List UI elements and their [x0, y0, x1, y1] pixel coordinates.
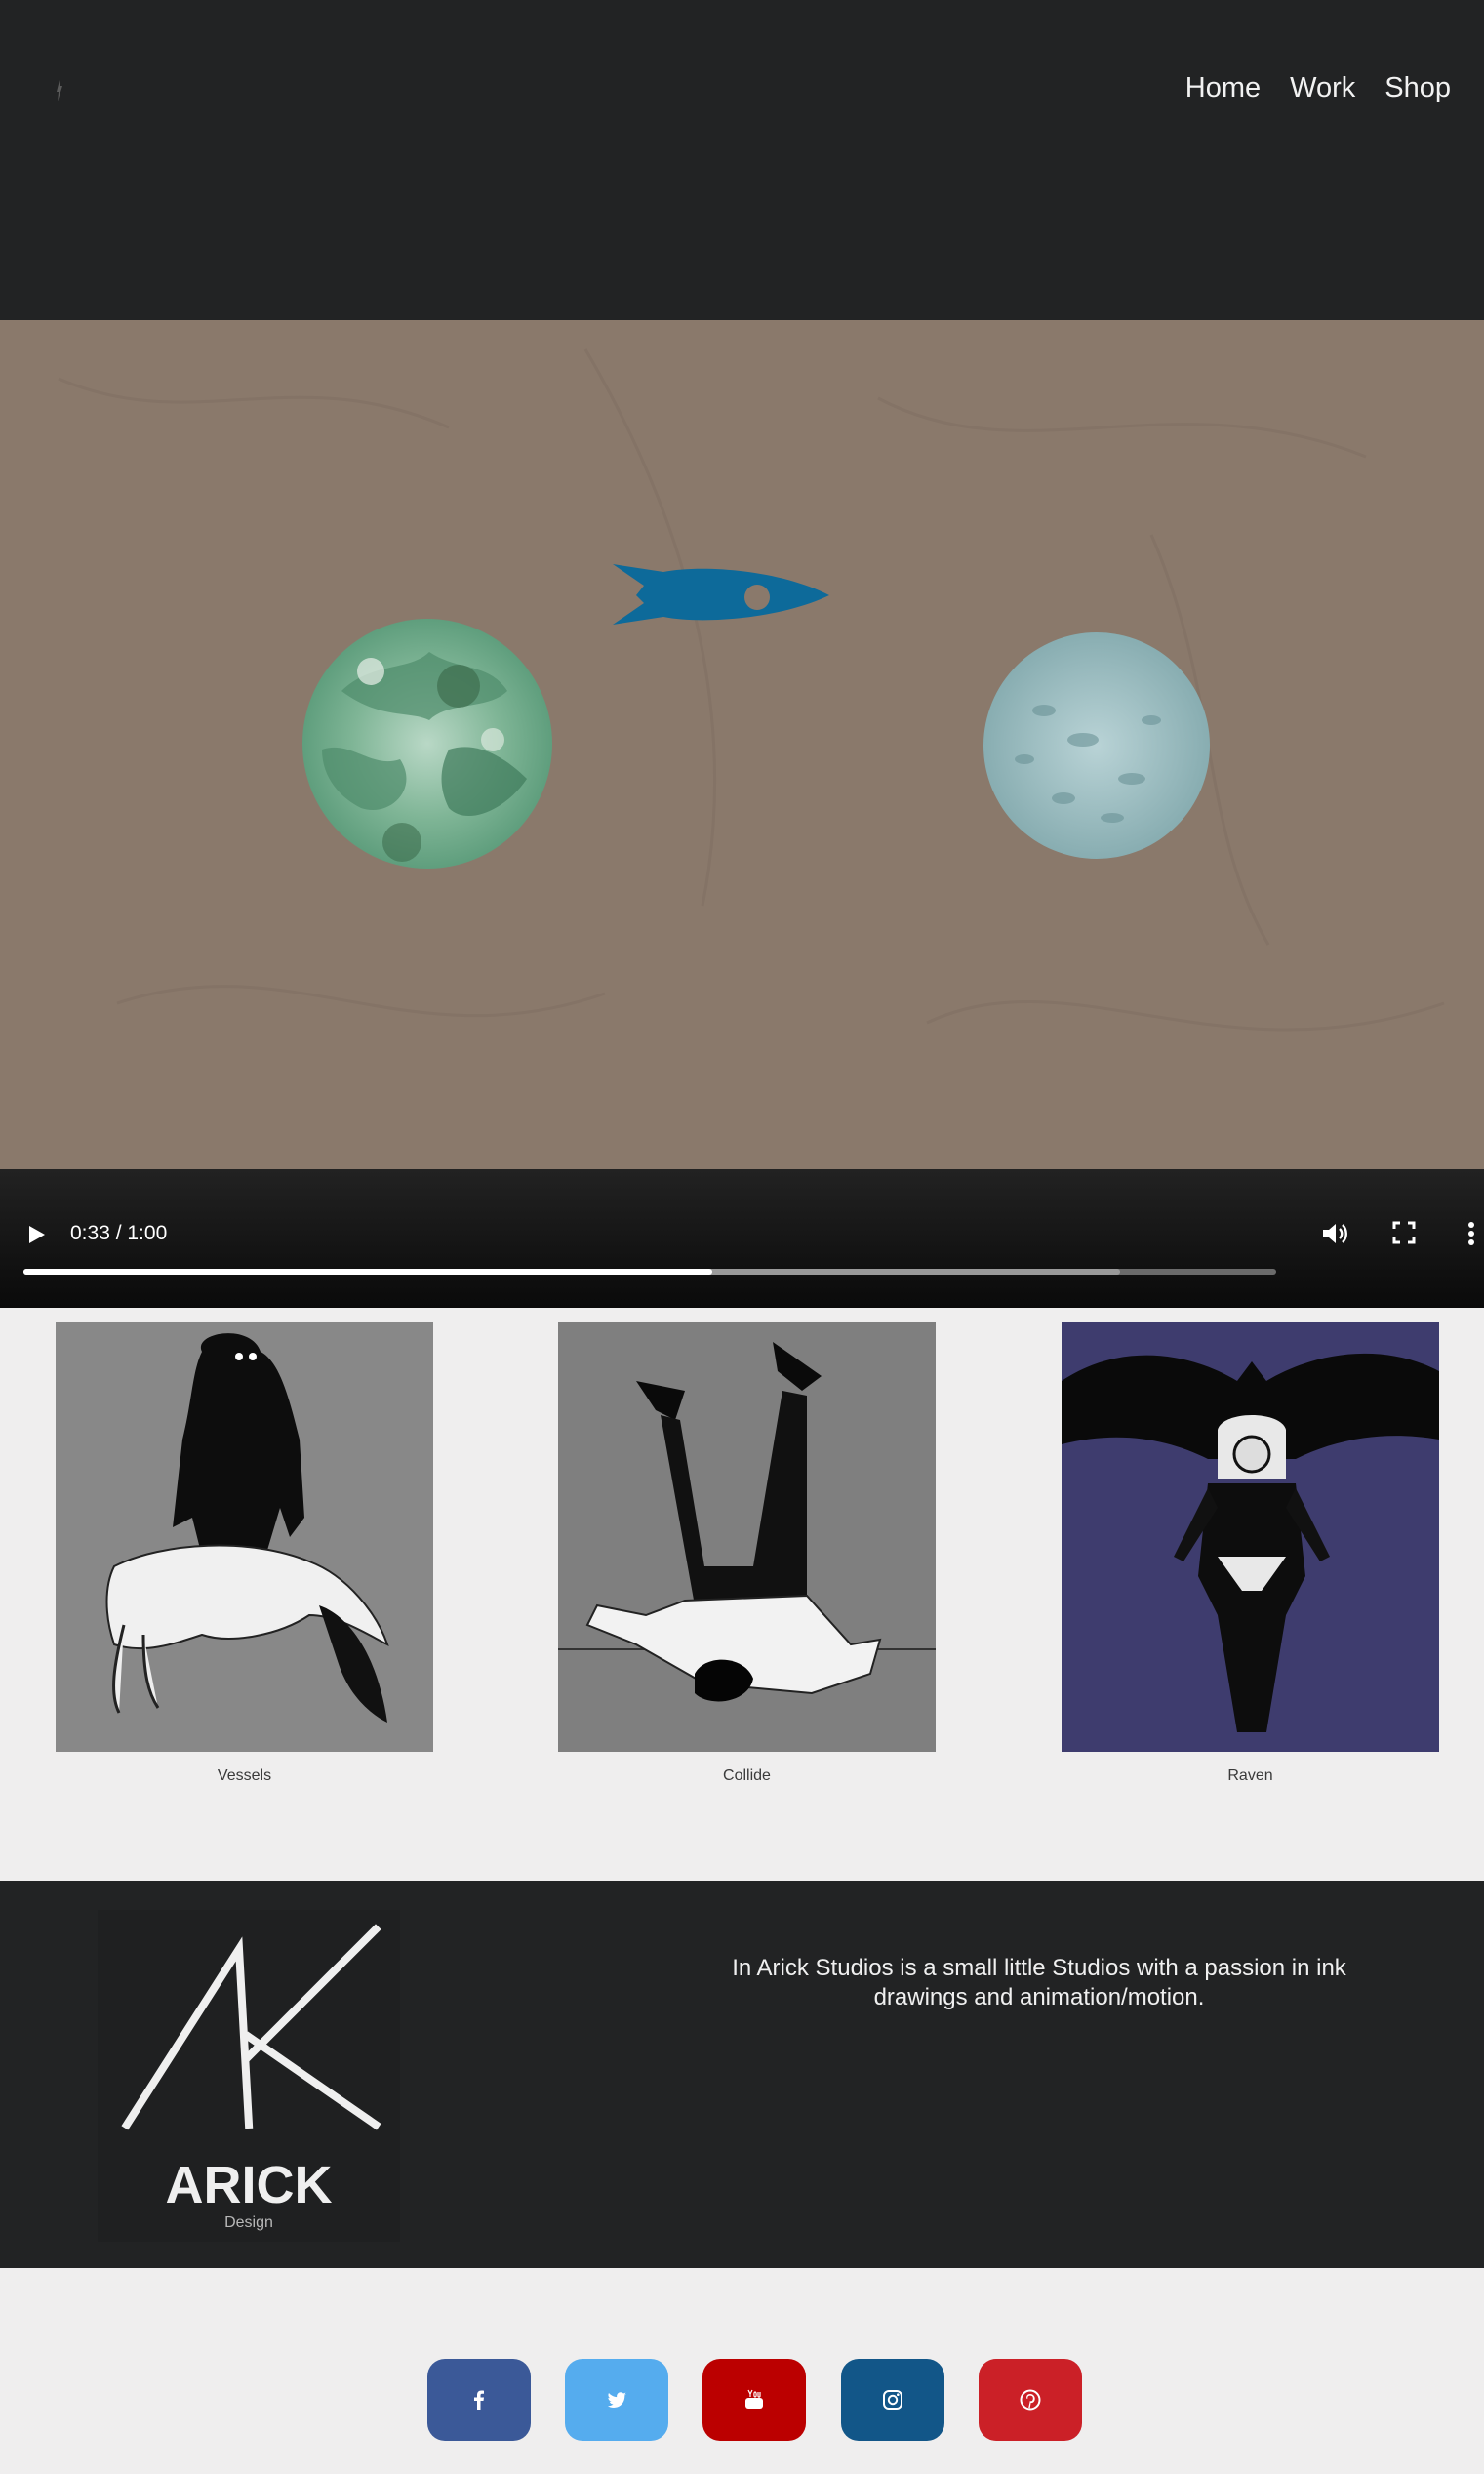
youtube-button[interactable] — [702, 2359, 806, 2441]
brand-name-text: ARICK — [166, 2156, 333, 2214]
ice-planet-shape — [983, 632, 1210, 859]
main-nav: Home Work Shop — [1185, 72, 1451, 104]
site-footer: ARICK Design In Arick Studios is a small… — [0, 1881, 1484, 2268]
site-logo-icon[interactable] — [55, 76, 64, 101]
pinterest-icon — [1020, 2389, 1041, 2411]
green-planet-shape — [302, 619, 552, 869]
video-player[interactable]: 0:33 / 1:00 — [0, 320, 1484, 1308]
nav-work-link[interactable]: Work — [1290, 72, 1355, 104]
gallery-item-raven[interactable]: Raven — [1062, 1322, 1439, 1785]
video-time-readout: 0:33 / 1:00 — [70, 1222, 168, 1244]
instagram-icon — [883, 2390, 902, 2410]
facebook-button[interactable] — [427, 2359, 531, 2441]
site-header: Home Work Shop — [0, 0, 1484, 320]
rocket-shape — [613, 564, 829, 625]
collide-artwork-image[interactable] — [558, 1322, 936, 1752]
nav-home-link[interactable]: Home — [1185, 72, 1261, 104]
raven-artwork-image[interactable] — [1062, 1322, 1439, 1752]
gallery-item-vessels[interactable]: Vessels — [56, 1322, 433, 1785]
video-played-bar — [23, 1269, 713, 1275]
brand-sub-text: Design — [224, 2214, 273, 2231]
volume-icon[interactable] — [1319, 1218, 1350, 1249]
twitter-button[interactable] — [565, 2359, 668, 2441]
video-controls: 0:33 / 1:00 — [0, 1169, 1484, 1308]
facebook-icon — [474, 2390, 484, 2410]
twitter-icon — [607, 2392, 626, 2408]
gallery-caption: Collide — [723, 1767, 771, 1784]
youtube-icon — [745, 2389, 763, 2409]
gallery-item-collide[interactable]: Collide — [558, 1322, 936, 1785]
fullscreen-icon[interactable] — [1389, 1218, 1419, 1247]
gallery-caption: Raven — [1227, 1767, 1273, 1784]
video-frame[interactable] — [0, 320, 1484, 1169]
vessels-artwork-image[interactable] — [56, 1322, 433, 1752]
about-text: In Arick Studios is a small little Studi… — [732, 1955, 1346, 2010]
arick-design-logo: ARICK Design — [98, 1910, 400, 2242]
video-still-image — [58, 348, 1445, 1032]
instagram-button[interactable] — [841, 2359, 944, 2441]
artwork-gallery: Vessels Collide Raven — [0, 1308, 1484, 1881]
play-icon[interactable] — [21, 1220, 51, 1249]
pinterest-button[interactable] — [979, 2359, 1082, 2441]
video-progress-bar[interactable] — [23, 1269, 1276, 1275]
nav-shop-link[interactable]: Shop — [1384, 72, 1451, 104]
social-links — [0, 2268, 1484, 2474]
more-options-icon[interactable] — [1464, 1218, 1479, 1249]
gallery-caption: Vessels — [217, 1767, 272, 1784]
